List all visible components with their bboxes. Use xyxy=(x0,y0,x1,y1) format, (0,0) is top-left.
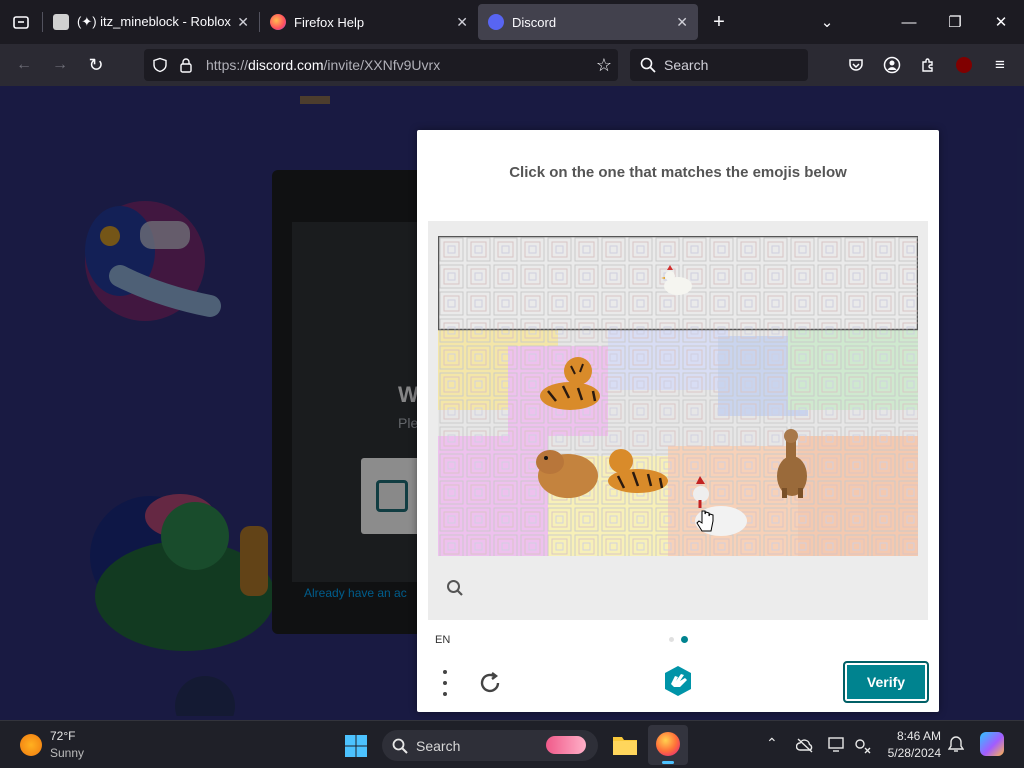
restore-icon: ❐ xyxy=(948,14,962,31)
page-dot-1 xyxy=(669,637,674,642)
dot-icon xyxy=(443,681,447,685)
lock-icon[interactable] xyxy=(179,57,193,73)
chevron-down-icon: ⌄ xyxy=(820,14,834,31)
pocket-button[interactable] xyxy=(842,51,870,79)
firefox-icon xyxy=(656,732,680,756)
account-icon xyxy=(883,56,901,74)
reload-button[interactable]: ↻ xyxy=(82,51,110,79)
verify-button[interactable]: Verify xyxy=(843,661,929,703)
file-explorer-icon[interactable] xyxy=(612,733,638,757)
search-icon xyxy=(640,57,656,73)
language-selector[interactable]: EN xyxy=(435,634,450,646)
hcaptcha-logo-icon[interactable] xyxy=(661,664,695,698)
reload-icon: ↻ xyxy=(88,54,104,75)
restore-button[interactable]: ❐ xyxy=(932,0,978,44)
sun-weather-icon[interactable] xyxy=(20,734,42,756)
ublock-button[interactable] xyxy=(950,51,978,79)
back-button[interactable]: ← xyxy=(10,51,38,79)
search-icon xyxy=(392,738,408,754)
weather-description[interactable]: Sunny xyxy=(50,746,84,760)
arrow-left-icon: ← xyxy=(16,56,32,73)
tab-title: Discord xyxy=(512,14,557,30)
roblox-favicon-icon xyxy=(53,14,69,30)
chevron-up-icon: ⌃ xyxy=(766,735,778,751)
taskbar-search-label: Search xyxy=(416,737,461,754)
tab-bar: (✦) itz_mineblock - Roblox ✕ Firefox Hel… xyxy=(0,0,1024,44)
challenge-image[interactable] xyxy=(438,236,918,556)
clock-date[interactable]: 5/28/2024 xyxy=(885,746,941,760)
search-placeholder: Search xyxy=(664,57,709,73)
cloud-offline-icon[interactable] xyxy=(796,737,814,753)
firefox-taskbar-button[interactable] xyxy=(648,725,688,765)
windows-start-icon[interactable] xyxy=(344,734,368,758)
discord-favicon-icon xyxy=(488,14,504,30)
close-tab-icon[interactable]: ✕ xyxy=(237,14,249,31)
refresh-challenge-icon[interactable] xyxy=(477,670,503,696)
url-host: discord.com xyxy=(248,57,324,73)
extensions-button[interactable] xyxy=(914,51,942,79)
tab-list-icon xyxy=(13,16,29,29)
show-hidden-icons-button[interactable]: ⌃ xyxy=(766,735,778,752)
search-input[interactable]: Search xyxy=(630,49,808,81)
challenge-area xyxy=(428,221,928,620)
challenge-prompt: Click on the one that matches the emojis… xyxy=(509,164,847,181)
active-indicator xyxy=(662,761,674,764)
more-options-button[interactable] xyxy=(439,670,451,696)
clock-time[interactable]: 8:46 AM xyxy=(885,729,941,743)
network-volume-icon[interactable] xyxy=(854,736,872,754)
ublock-shield-icon xyxy=(956,57,972,73)
dot-icon xyxy=(443,692,447,696)
page-dot-2 xyxy=(681,636,688,643)
tab-discord[interactable]: Discord ✕ xyxy=(478,4,698,40)
navigation-toolbar: ← → ↻ https://discord.com/invite/XXNfv9U… xyxy=(0,44,1024,86)
minimize-icon: — xyxy=(901,13,917,31)
windows-taskbar: 72°F Sunny Search ⌃ 8:46 AM 5/28/2024 xyxy=(0,720,1024,768)
search-highlight-icon xyxy=(546,736,586,754)
minimize-button[interactable]: — xyxy=(886,0,932,44)
hcaptcha-challenge: Click on the one that matches the emojis… xyxy=(417,130,939,712)
menu-button[interactable]: ≡ xyxy=(986,51,1014,79)
shield-icon[interactable] xyxy=(152,57,168,73)
copilot-icon[interactable] xyxy=(980,732,1004,756)
close-icon: ✕ xyxy=(994,14,1008,31)
url-prefix: https:// xyxy=(206,57,249,73)
url-bar[interactable]: https://discord.com/invite/XXNfv9Uvrx ☆ xyxy=(144,49,618,81)
display-icon[interactable] xyxy=(828,737,846,753)
hamburger-menu-icon: ≡ xyxy=(995,55,1005,74)
arrow-right-icon: → xyxy=(52,56,68,73)
close-tab-icon[interactable]: ✕ xyxy=(676,14,688,31)
dot-icon xyxy=(443,670,447,674)
puzzle-icon xyxy=(922,58,933,72)
list-all-tabs-button[interactable] xyxy=(0,0,42,44)
url-text[interactable]: https://discord.com/invite/XXNfv9Uvrx xyxy=(206,57,440,73)
account-button[interactable] xyxy=(878,51,906,79)
tab-firefox-help[interactable]: Firefox Help ✕ xyxy=(260,4,478,40)
firefox-favicon-icon xyxy=(270,14,286,30)
tab-overflow-button[interactable]: ⌄ xyxy=(804,0,850,44)
new-tab-button[interactable]: + xyxy=(698,4,740,40)
taskbar-search[interactable]: Search xyxy=(382,730,598,761)
close-window-button[interactable]: ✕ xyxy=(978,0,1024,44)
weather-temperature[interactable]: 72°F xyxy=(50,729,75,743)
tab-title: Firefox Help xyxy=(294,14,365,30)
close-tab-icon[interactable]: ✕ xyxy=(456,14,468,31)
bookmark-star-icon[interactable]: ☆ xyxy=(596,55,612,76)
tab-roblox[interactable]: (✦) itz_mineblock - Roblox ✕ xyxy=(43,4,259,40)
notification-bell-icon[interactable] xyxy=(948,735,964,753)
plus-icon: + xyxy=(713,10,725,33)
tab-title: (✦) itz_mineblock - Roblox xyxy=(77,14,231,29)
url-path: /invite/XXNfv9Uvrx xyxy=(323,57,441,73)
pocket-icon xyxy=(849,59,863,71)
forward-button[interactable]: → xyxy=(46,51,74,79)
zoom-search-icon[interactable] xyxy=(446,579,464,597)
